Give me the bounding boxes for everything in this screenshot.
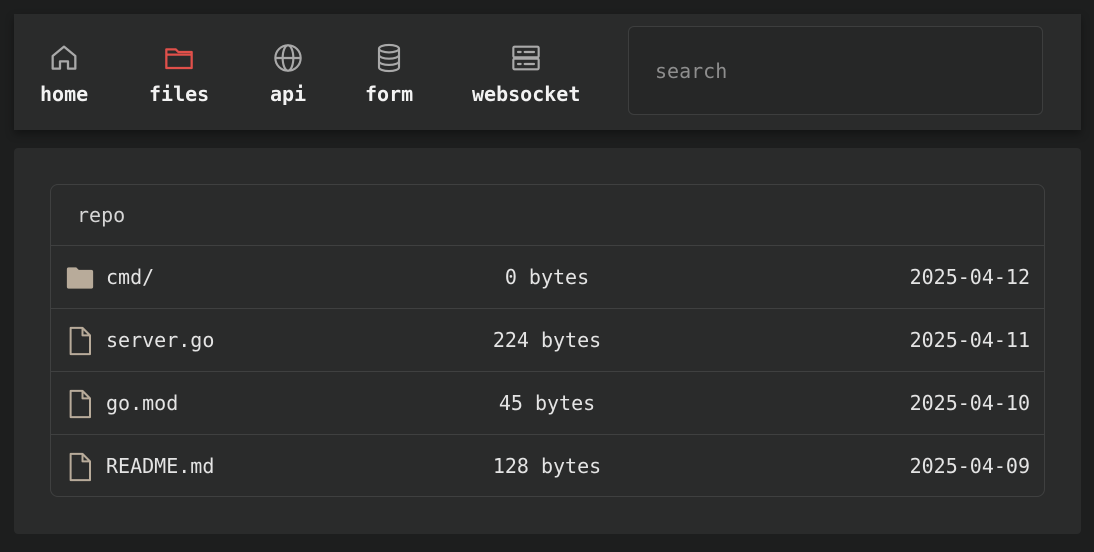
file-icon xyxy=(69,326,91,356)
nav-item-api[interactable]: api xyxy=(270,42,306,122)
folder-icon xyxy=(165,48,193,70)
file-name: server.go xyxy=(106,328,215,352)
globe-icon xyxy=(274,44,302,72)
file-icon xyxy=(69,389,91,419)
nav-label-api: api xyxy=(270,82,307,106)
nav-label-home: home xyxy=(40,82,89,106)
repo-title: repo xyxy=(51,185,1044,246)
top-navigation-bar: home files api form websocket xyxy=(14,14,1081,130)
file-name: cmd/ xyxy=(106,265,155,289)
file-date: 2025-04-11 xyxy=(909,328,1030,352)
home-icon xyxy=(51,45,77,70)
file-row[interactable]: cmd/ 0 bytes 2025-04-12 xyxy=(51,246,1044,309)
database-icon xyxy=(378,43,401,73)
nav-label-files: files xyxy=(149,82,210,106)
search-box[interactable] xyxy=(628,26,1043,115)
file-date: 2025-04-12 xyxy=(909,265,1030,289)
file-name: README.md xyxy=(106,454,215,478)
main-content: repo cmd/ 0 bytes 2025-04-12 server.go 2… xyxy=(14,148,1081,534)
file-name: go.mod xyxy=(106,391,179,415)
file-size: 128 bytes xyxy=(492,454,602,478)
file-date: 2025-04-10 xyxy=(909,391,1030,415)
file-browser-panel: repo cmd/ 0 bytes 2025-04-12 server.go 2… xyxy=(50,184,1045,497)
nav-label-form: form xyxy=(365,82,414,106)
nav-item-home[interactable]: home xyxy=(40,42,88,122)
file-date: 2025-04-09 xyxy=(909,454,1030,478)
file-size: 0 bytes xyxy=(504,265,590,289)
nav-item-files[interactable]: files xyxy=(149,42,209,122)
file-size: 45 bytes xyxy=(498,391,596,415)
nav-item-websocket[interactable]: websocket xyxy=(472,42,580,122)
search-input[interactable] xyxy=(653,57,1042,84)
file-row[interactable]: README.md 128 bytes 2025-04-09 xyxy=(51,435,1044,496)
folder-icon xyxy=(66,267,94,289)
file-row[interactable]: server.go 224 bytes 2025-04-11 xyxy=(51,309,1044,372)
nav-item-form[interactable]: form xyxy=(365,42,413,122)
server-icon xyxy=(512,45,540,71)
nav-label-websocket: websocket xyxy=(472,82,581,106)
file-icon xyxy=(69,452,91,482)
file-size: 224 bytes xyxy=(492,328,602,352)
file-row[interactable]: go.mod 45 bytes 2025-04-10 xyxy=(51,372,1044,435)
